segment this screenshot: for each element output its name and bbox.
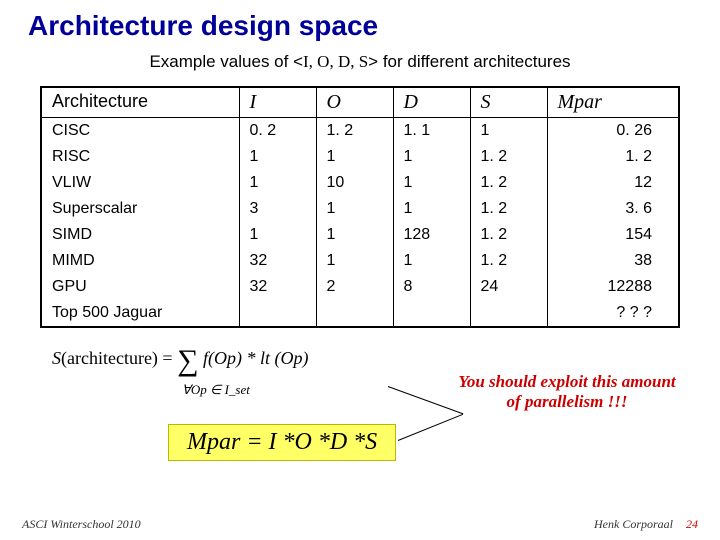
cell-i: 0. 2	[239, 118, 316, 145]
cell-s: 1. 2	[470, 248, 547, 274]
cell-mpar: 38	[547, 248, 679, 274]
cell-i: 1	[239, 222, 316, 248]
cell-s	[470, 300, 547, 327]
cell-o: 1. 2	[316, 118, 393, 145]
cell-s: 24	[470, 274, 547, 300]
table-row: CISC0. 21. 21. 110. 26	[41, 118, 679, 145]
col-s: S	[470, 87, 547, 118]
cell-o	[316, 300, 393, 327]
cell-s: 1. 2	[470, 170, 547, 196]
table-row: Superscalar3111. 23. 6	[41, 196, 679, 222]
cell-mpar: 0. 26	[547, 118, 679, 145]
cell-s: 1	[470, 118, 547, 145]
cell-mpar: ? ? ?	[547, 300, 679, 327]
cell-s: 1. 2	[470, 144, 547, 170]
cell-d: 1	[393, 196, 470, 222]
table-row: VLIW11011. 212	[41, 170, 679, 196]
col-d: D	[393, 87, 470, 118]
cell-o: 1	[316, 222, 393, 248]
cell-arch: MIMD	[41, 248, 239, 274]
page-number: 24	[686, 517, 698, 531]
cell-mpar: 154	[547, 222, 679, 248]
table-row: RISC1111. 21. 2	[41, 144, 679, 170]
s-formula-sub: ∀Op ∈ I_set	[182, 382, 250, 398]
s-rhs: f(Op) * lt (Op)	[198, 348, 308, 368]
cell-s: 1. 2	[470, 196, 547, 222]
table-row: GPU32282412288	[41, 274, 679, 300]
footer-left: ASCI Winterschool 2010	[22, 517, 141, 532]
cell-mpar: 3. 6	[547, 196, 679, 222]
mpar-formula-box: Mpar = I *O *D *S	[168, 424, 396, 461]
footer: ASCI Winterschool 2010 Henk Corporaal 24	[22, 517, 698, 532]
cell-arch: SIMD	[41, 222, 239, 248]
cell-d	[393, 300, 470, 327]
cell-i	[239, 300, 316, 327]
cell-o: 1	[316, 248, 393, 274]
s-formula: S(architecture) = ∑ f(Op) * lt (Op)	[52, 348, 308, 370]
s-lhs-arg: (architecture) =	[61, 348, 177, 368]
cell-arch: Superscalar	[41, 196, 239, 222]
subtitle-pre: Example values of <	[149, 52, 303, 71]
cell-i: 32	[239, 274, 316, 300]
col-i: I	[239, 87, 316, 118]
subtitle-post: > for different architectures	[368, 52, 570, 71]
parallelism-callout: You should exploit this amount of parall…	[452, 372, 682, 413]
footer-right: Henk Corporaal	[594, 517, 673, 531]
cell-mpar: 12288	[547, 274, 679, 300]
cell-o: 1	[316, 144, 393, 170]
table-row: Top 500 Jaguar ? ? ?	[41, 300, 679, 327]
cell-o: 1	[316, 196, 393, 222]
cell-i: 32	[239, 248, 316, 274]
cell-mpar: 12	[547, 170, 679, 196]
table-row: MIMD32111. 238	[41, 248, 679, 274]
cell-arch: VLIW	[41, 170, 239, 196]
cell-arch: CISC	[41, 118, 239, 145]
cell-o: 10	[316, 170, 393, 196]
cell-d: 1	[393, 248, 470, 274]
subtitle-params: I, O, D, S	[303, 52, 368, 71]
table-body: CISC0. 21. 21. 110. 26RISC1111. 21. 2VLI…	[41, 118, 679, 328]
cell-d: 8	[393, 274, 470, 300]
cell-i: 1	[239, 144, 316, 170]
cell-arch: RISC	[41, 144, 239, 170]
formula-area: S(architecture) = ∑ f(Op) * lt (Op) ∀Op …	[28, 342, 692, 492]
connector-line-icon	[398, 414, 463, 441]
cell-s: 1. 2	[470, 222, 547, 248]
col-mpar: Mpar	[547, 87, 679, 118]
cell-o: 2	[316, 274, 393, 300]
col-o: O	[316, 87, 393, 118]
slide-title: Architecture design space	[28, 10, 692, 42]
cell-i: 1	[239, 170, 316, 196]
sigma-icon: ∑	[177, 352, 198, 370]
subtitle: Example values of <I, O, D, S> for diffe…	[28, 52, 692, 72]
table-header-row: Architecture I O D S Mpar	[41, 87, 679, 118]
cell-d: 128	[393, 222, 470, 248]
col-arch: Architecture	[41, 87, 239, 118]
cell-arch: Top 500 Jaguar	[41, 300, 239, 327]
cell-mpar: 1. 2	[547, 144, 679, 170]
table-row: SIMD111281. 2154	[41, 222, 679, 248]
cell-i: 3	[239, 196, 316, 222]
architecture-table: Architecture I O D S Mpar CISC0. 21. 21.…	[40, 86, 680, 328]
cell-d: 1. 1	[393, 118, 470, 145]
cell-d: 1	[393, 170, 470, 196]
s-lhs: S	[52, 348, 61, 368]
cell-d: 1	[393, 144, 470, 170]
cell-arch: GPU	[41, 274, 239, 300]
